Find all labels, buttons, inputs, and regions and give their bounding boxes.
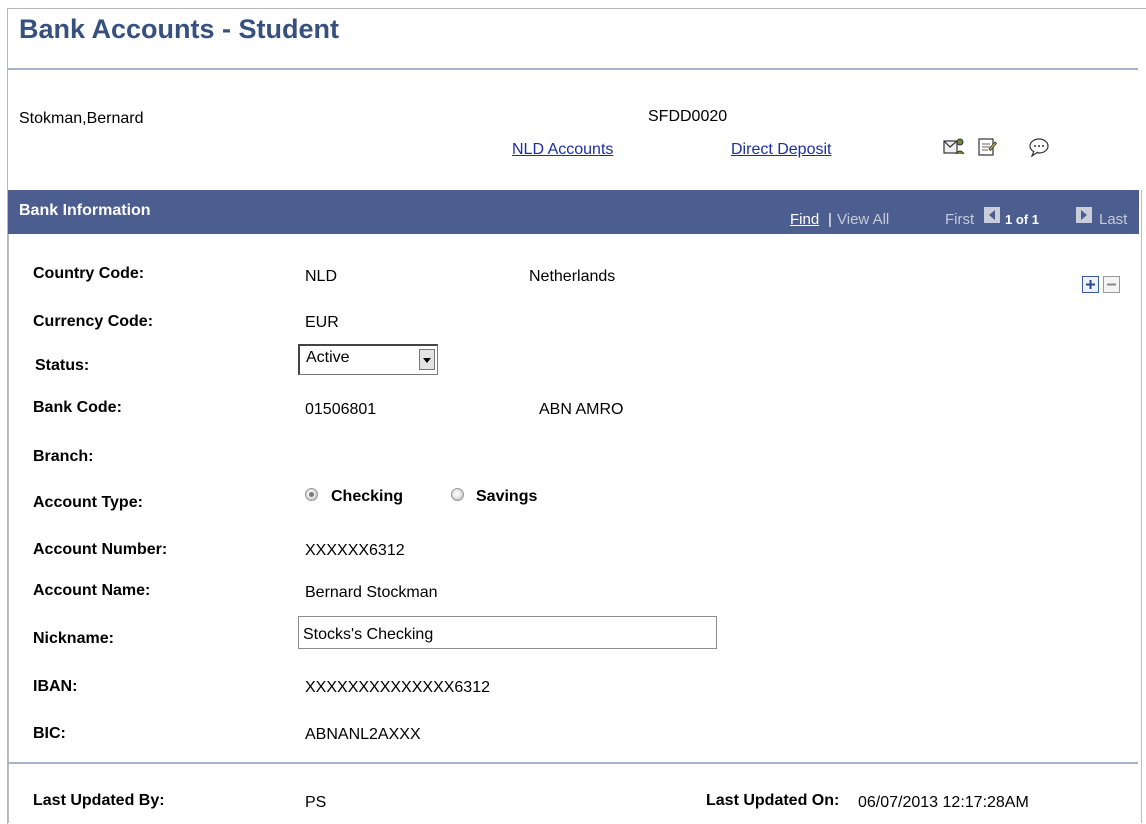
delete-row-button[interactable] xyxy=(1103,276,1120,293)
account-number-label: Account Number: xyxy=(33,541,168,558)
currency-code-label: Currency Code: xyxy=(33,313,154,330)
group-title: Bank Information xyxy=(19,202,151,219)
status-select[interactable]: Active xyxy=(298,344,438,375)
bic-label: BIC: xyxy=(33,725,66,742)
country-code-value: NLD xyxy=(305,268,338,285)
checking-radio-label[interactable]: Checking xyxy=(331,488,403,506)
page-count: 1 of 1 xyxy=(1005,212,1039,227)
country-code-label: Country Code: xyxy=(33,265,145,282)
account-type-label: Account Type: xyxy=(33,494,143,511)
last-updated-by-label: Last Updated By: xyxy=(33,792,165,809)
currency-code-value: EUR xyxy=(305,314,339,331)
nickname-label: Nickname: xyxy=(33,630,114,647)
first-link[interactable]: First xyxy=(945,211,974,228)
iban-value: XXXXXXXXXXXXXX6312 xyxy=(305,679,490,696)
student-name: Stokman,Bernard xyxy=(19,110,144,127)
add-row-button[interactable] xyxy=(1082,276,1099,293)
country-description: Netherlands xyxy=(529,268,616,285)
footer-divider xyxy=(8,762,1138,764)
branch-label: Branch: xyxy=(33,448,94,465)
savings-radio[interactable] xyxy=(451,488,464,501)
bic-value: ABNANL2AXXX xyxy=(305,726,421,743)
bank-code-label: Bank Code: xyxy=(33,399,122,416)
status-label: Status: xyxy=(35,357,90,374)
iban-label: IBAN: xyxy=(33,678,78,695)
nld-accounts-link[interactable]: NLD Accounts xyxy=(512,141,613,159)
bank-code-value: 01506801 xyxy=(305,401,377,418)
status-selected-value: Active xyxy=(306,349,350,366)
last-updated-on-label: Last Updated On: xyxy=(706,792,840,809)
student-id: SFDD0020 xyxy=(648,108,728,125)
find-link[interactable]: Find xyxy=(790,211,819,228)
page-title: Bank Accounts - Student xyxy=(19,14,340,44)
chevron-down-icon[interactable] xyxy=(419,349,435,370)
title-divider xyxy=(8,68,1138,70)
notify-icon[interactable] xyxy=(943,137,965,162)
header-separator: | xyxy=(828,211,832,228)
next-arrow-icon[interactable] xyxy=(1076,207,1092,223)
last-link[interactable]: Last xyxy=(1099,211,1127,228)
comment-icon[interactable] xyxy=(1028,137,1050,162)
account-name-value: Bernard Stockman xyxy=(305,584,438,601)
last-updated-on-value: 06/07/2013 12:17:28AM xyxy=(858,794,1029,811)
last-updated-by-value: PS xyxy=(305,794,327,811)
previous-arrow-icon[interactable] xyxy=(984,207,1000,223)
notepad-icon[interactable] xyxy=(977,137,998,162)
account-number-value: XXXXXX6312 xyxy=(305,542,405,559)
savings-radio-label[interactable]: Savings xyxy=(476,488,537,506)
nickname-input[interactable] xyxy=(298,616,717,649)
direct-deposit-link[interactable]: Direct Deposit xyxy=(731,141,831,159)
account-name-label: Account Name: xyxy=(33,582,151,599)
checking-radio[interactable] xyxy=(305,488,318,501)
view-all-link[interactable]: View All xyxy=(837,211,889,228)
bank-name-value: ABN AMRO xyxy=(539,401,624,418)
